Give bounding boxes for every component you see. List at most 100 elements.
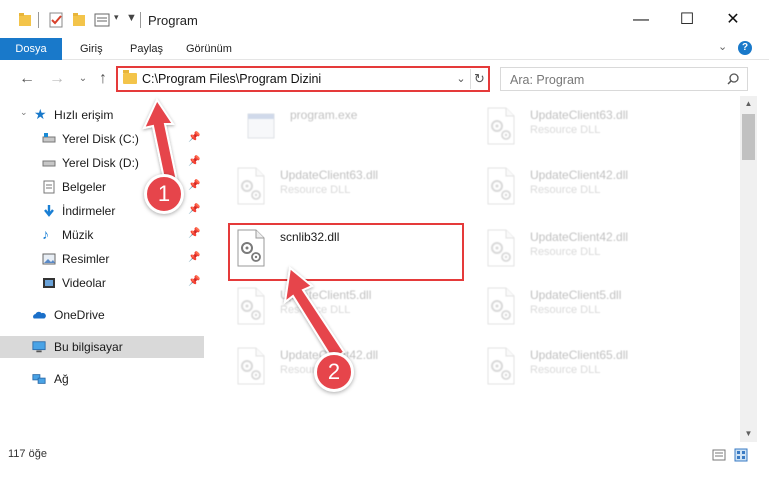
sidebar-item-quick-access[interactable]: ⌄ ★ Hızlı erişim — [0, 104, 204, 126]
item-count: 117 öğe — [8, 448, 47, 460]
details-view-icon[interactable] — [712, 448, 726, 462]
file-item[interactable]: UpdateClient63.dll Resource DLL — [472, 100, 702, 156]
recent-locations-icon[interactable]: ⌄ — [72, 68, 94, 90]
file-item[interactable]: UpdateClient63.dll Resource DLL — [222, 160, 452, 216]
properties-icon[interactable] — [48, 10, 64, 30]
sidebar-item-muzik[interactable]: ♪ Müzik 📌 — [0, 224, 204, 246]
pin-icon[interactable]: 📌 — [188, 180, 200, 191]
file-item[interactable]: UpdateClient42.dll Resource DLL — [472, 160, 702, 216]
file-name: UpdateClient63.dll — [280, 168, 379, 182]
sidebar-item-label: Müzik — [62, 228, 94, 242]
navigation-pane: ⌄ ★ Hızlı erişim Yerel Disk (C:) 📌 Yerel… — [0, 100, 204, 440]
navigation-bar: ← → ⌄ ↑ C:\Program Files\Program Dizini … — [0, 62, 769, 96]
up-button[interactable]: ↑ — [92, 68, 114, 90]
documents-icon — [43, 180, 55, 194]
folder-icon — [123, 70, 137, 84]
sidebar-item-label: Belgeler — [62, 180, 107, 194]
pin-icon[interactable]: 📌 — [188, 228, 200, 239]
downloads-icon — [44, 205, 54, 217]
quick-access-dropdown-icon[interactable]: ▼ — [126, 12, 137, 32]
application-icon — [247, 113, 275, 139]
ribbon-tabs: Dosya Giriş Paylaş Görünüm ⌄ ? — [0, 38, 769, 60]
drive-icon — [42, 160, 56, 167]
tab-giris[interactable]: Giriş — [72, 38, 111, 60]
pin-icon[interactable]: 📌 — [188, 132, 200, 143]
selected-file-highlight — [228, 223, 464, 281]
forward-button[interactable]: → — [46, 68, 68, 90]
sidebar-item-resimler[interactable]: Resimler 📌 — [0, 248, 204, 270]
new-folder-icon[interactable] — [72, 10, 86, 30]
file-type: Resource DLL — [280, 304, 351, 316]
minimize-button[interactable]: — — [626, 8, 656, 32]
sidebar-item-onedrive[interactable]: OneDrive — [0, 304, 204, 326]
callout-badge-1: 1 — [144, 174, 184, 214]
scroll-down-icon[interactable]: ▼ — [740, 426, 757, 442]
sidebar-item-label: Videolar — [62, 276, 106, 290]
file-type: Resource DLL — [530, 184, 601, 196]
scroll-up-icon[interactable]: ▲ — [740, 96, 757, 112]
dll-file-icon — [487, 167, 515, 205]
dropdown-arrow-icon[interactable]: ▾ — [114, 12, 119, 32]
star-icon: ★ — [34, 106, 47, 122]
maximize-button[interactable]: ☐ — [672, 8, 702, 32]
sidebar-item-label: İndirmeler — [62, 204, 116, 218]
close-button[interactable]: ✕ — [718, 8, 748, 32]
sidebar-item-yerel-disk-c[interactable]: Yerel Disk (C:) 📌 — [0, 128, 204, 150]
file-type: Resource DLL — [280, 184, 351, 196]
search-input[interactable]: Ara: Program — [500, 67, 748, 91]
chevron-down-icon[interactable]: ⌄ — [20, 107, 34, 121]
title-bar: ▾ ▼ Program — ☐ ✕ — [0, 0, 769, 40]
vertical-scrollbar[interactable]: ▲ ▼ — [740, 96, 757, 442]
file-type: Resource DLL — [530, 124, 601, 136]
dll-file-icon — [237, 167, 265, 205]
file-name: UpdateClient5.dll — [280, 288, 372, 302]
sidebar-item-yerel-disk-d[interactable]: Yerel Disk (D:) 📌 — [0, 152, 204, 174]
file-item[interactable]: UpdateClient65.dll Resource DLL — [472, 340, 702, 396]
file-item[interactable]: UpdateClient5.dll Resource DLL — [472, 280, 702, 336]
file-name: UpdateClient65.dll — [530, 348, 629, 362]
address-path[interactable]: C:\Program Files\Program Dizini — [142, 72, 321, 86]
back-button[interactable]: ← — [16, 68, 38, 90]
sidebar-item-label: Yerel Disk (C:) — [62, 132, 139, 146]
network-icon — [32, 374, 46, 384]
tab-paylas[interactable]: Paylaş — [122, 38, 171, 60]
large-icons-view-icon[interactable] — [734, 448, 748, 462]
sidebar-item-label: OneDrive — [54, 308, 105, 322]
file-name: UpdateClient42.dll — [530, 168, 629, 182]
dll-file-icon — [487, 347, 515, 385]
sidebar-item-this-pc[interactable]: Bu bilgisayar — [0, 336, 204, 358]
expand-ribbon-icon[interactable]: ⌄ — [718, 40, 727, 53]
dll-file-icon — [487, 229, 515, 267]
address-bar[interactable]: C:\Program Files\Program Dizini ⌄ ↻ — [116, 66, 490, 92]
computer-icon — [32, 341, 46, 353]
pin-icon[interactable]: 📌 — [188, 252, 200, 263]
window-title: Program — [148, 13, 198, 28]
dll-file-icon — [237, 347, 265, 385]
sidebar-item-label: Bu bilgisayar — [54, 340, 123, 354]
file-item[interactable]: program.exe — [232, 100, 462, 156]
help-icon[interactable]: ? — [738, 41, 752, 55]
music-icon: ♪ — [42, 226, 49, 242]
scroll-thumb[interactable] — [742, 114, 755, 160]
sidebar-item-network[interactable]: Ağ — [0, 368, 204, 390]
address-dropdown-icon[interactable]: ⌄ — [452, 69, 470, 89]
sidebar-item-videolar[interactable]: Videolar 📌 — [0, 272, 204, 294]
search-icon[interactable] — [727, 73, 739, 85]
tab-dosya[interactable]: Dosya — [0, 38, 62, 60]
pin-icon[interactable]: 📌 — [188, 204, 200, 215]
file-item[interactable]: UpdateClient5.dll Resource DLL — [222, 280, 452, 336]
pin-icon[interactable]: 📌 — [188, 156, 200, 167]
customize-toolbar-icon[interactable] — [94, 10, 112, 30]
refresh-icon[interactable]: ↻ — [470, 69, 488, 89]
drive-icon — [42, 133, 56, 143]
sidebar-item-label: Yerel Disk (D:) — [62, 156, 139, 170]
onedrive-icon — [33, 311, 46, 319]
sidebar-item-label: Ağ — [54, 372, 69, 386]
file-name: UpdateClient42.dll — [530, 230, 629, 244]
status-bar: 117 öğe — [0, 444, 769, 466]
pin-icon[interactable]: 📌 — [188, 276, 200, 287]
sidebar-item-label: Hızlı erişim — [54, 108, 114, 122]
dll-file-icon — [487, 107, 515, 145]
file-item[interactable]: UpdateClient42.dll Resource DLL — [472, 222, 702, 278]
tab-gorunum[interactable]: Görünüm — [178, 38, 240, 60]
